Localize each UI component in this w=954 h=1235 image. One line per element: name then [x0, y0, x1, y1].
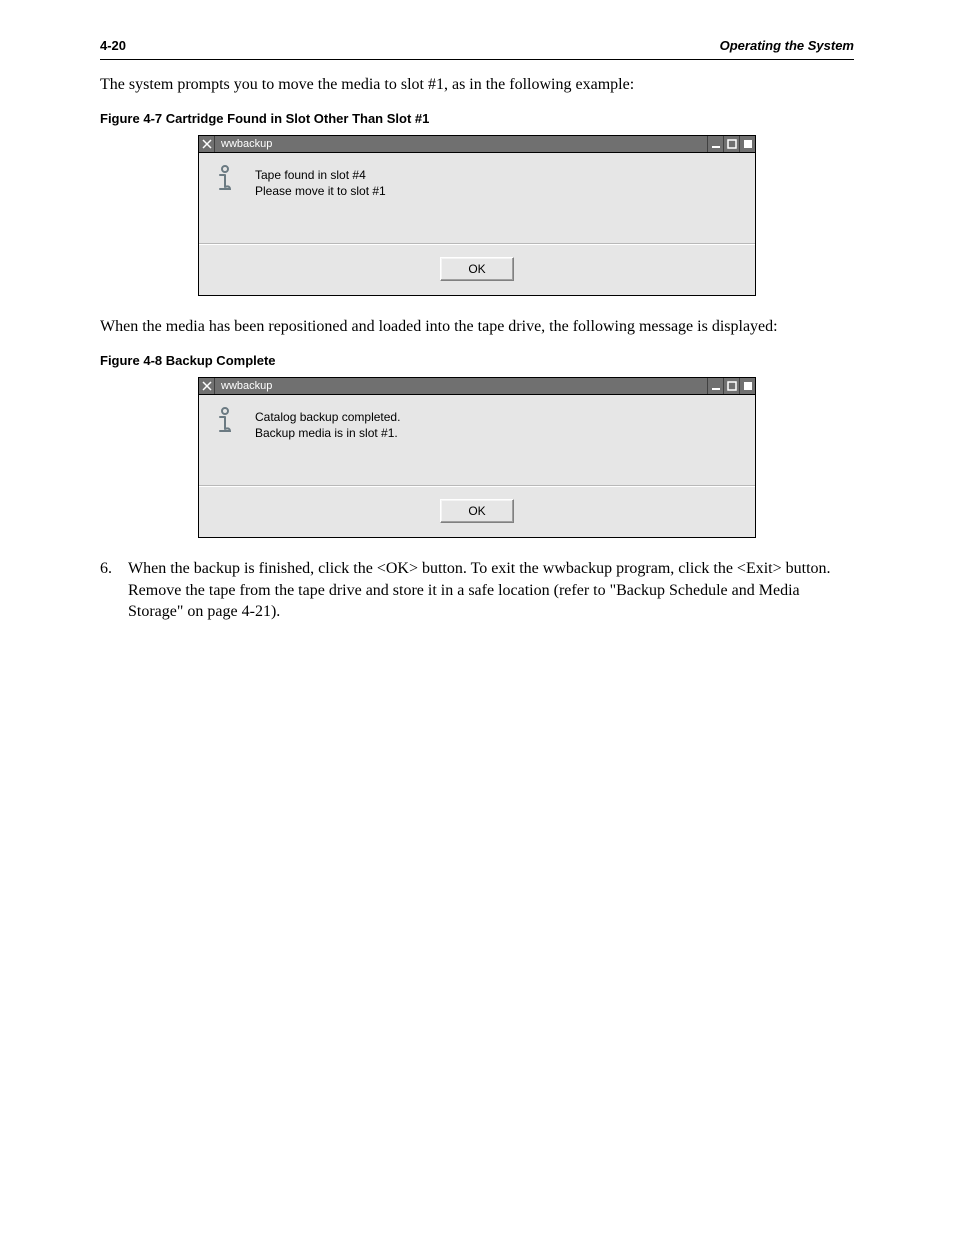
ok-button-label: OK [468, 503, 485, 519]
dialog-message: Catalog backup completed. Backup media i… [255, 405, 400, 441]
close-button[interactable] [739, 136, 755, 152]
step6-text: When the backup is finished, click the <… [128, 558, 854, 623]
maximize-button[interactable] [723, 378, 739, 394]
info-icon [213, 407, 241, 437]
dialog-titlebar: wwbackup [199, 136, 755, 153]
minimize-button[interactable] [707, 378, 723, 394]
ok-button[interactable]: OK [440, 499, 514, 523]
dialog-slot-warning: wwbackup [198, 135, 756, 296]
figure7-caption: Figure 4-7 Cartridge Found in Slot Other… [100, 110, 854, 128]
dialog-message: Tape found in slot #4 Please move it to … [255, 163, 386, 199]
dialog-titlebar: wwbackup [199, 378, 755, 395]
ok-button[interactable]: OK [440, 257, 514, 281]
between-paragraph: When the media has been repositioned and… [100, 316, 854, 338]
system-menu-button[interactable] [199, 378, 215, 394]
dialog-title: wwbackup [215, 378, 707, 394]
dialog-backup-complete: wwbackup [198, 377, 756, 538]
info-icon [213, 165, 241, 195]
section-title: Operating the System [720, 38, 854, 53]
step6-number: 6. [100, 558, 128, 623]
page-header: 4-20 Operating the System [100, 0, 854, 60]
close-button[interactable] [739, 378, 755, 394]
page-number: 4-20 [100, 38, 126, 53]
maximize-button[interactable] [723, 136, 739, 152]
minimize-button[interactable] [707, 136, 723, 152]
system-menu-button[interactable] [199, 136, 215, 152]
ok-button-label: OK [468, 261, 485, 277]
intro-paragraph: The system prompts you to move the media… [100, 74, 854, 96]
dialog-title: wwbackup [215, 136, 707, 152]
figure8-caption: Figure 4-8 Backup Complete [100, 352, 854, 370]
